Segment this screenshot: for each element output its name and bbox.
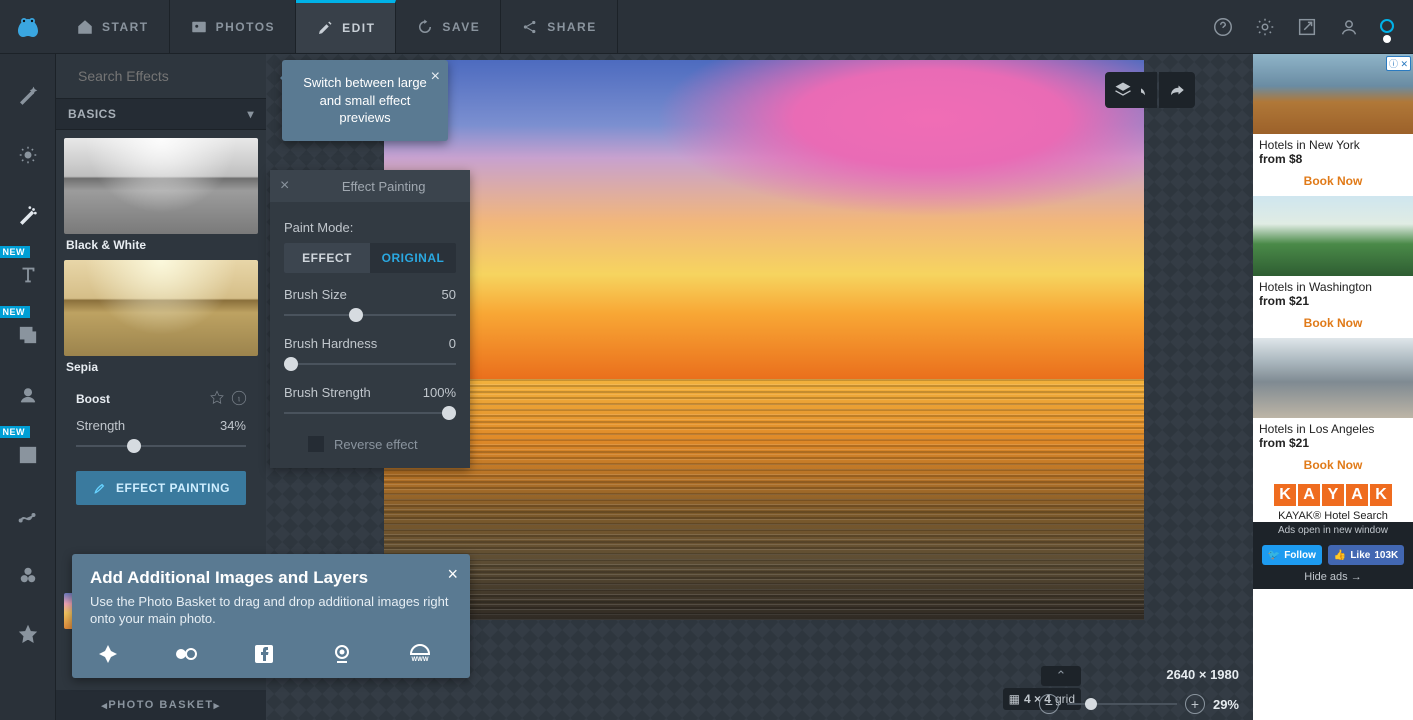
callout-title: Add Additional Images and Layers bbox=[90, 568, 452, 588]
notification-icon[interactable] bbox=[1379, 19, 1395, 35]
top-right-icons bbox=[1211, 15, 1413, 39]
ads-column: ⓘ ✕ Hotels in New Yorkfrom $8Book Now Ho… bbox=[1253, 54, 1413, 720]
preview-size-tooltip: × Switch between large and small effect … bbox=[282, 60, 448, 141]
source-webcam-icon[interactable] bbox=[328, 642, 356, 666]
ad-card[interactable]: Hotels in New Yorkfrom $8Book Now bbox=[1253, 54, 1413, 196]
tool-effects[interactable] bbox=[12, 192, 44, 238]
callout-body: Use the Photo Basket to drag and drop ad… bbox=[90, 594, 452, 628]
zoom-in-button[interactable]: + bbox=[1185, 694, 1205, 714]
adchoices-icon[interactable]: ⓘ ✕ bbox=[1386, 56, 1411, 71]
book-now-link[interactable]: Book Now bbox=[1253, 166, 1413, 190]
photo-basket-callout: × Add Additional Images and Layers Use t… bbox=[72, 554, 470, 678]
twitter-follow[interactable]: 🐦 Follow bbox=[1262, 545, 1322, 565]
favorite-icon[interactable] bbox=[208, 389, 226, 407]
canvas-photo[interactable] bbox=[384, 60, 1144, 620]
tool-clone[interactable] bbox=[12, 552, 44, 598]
tool-text[interactable]: NEW bbox=[12, 252, 44, 298]
kayak-caption: KAYAK® Hotel Search bbox=[1253, 510, 1413, 522]
layers-button[interactable] bbox=[1105, 72, 1141, 108]
tool-overlay[interactable]: NEW bbox=[12, 312, 44, 358]
info-icon[interactable] bbox=[230, 389, 248, 407]
effect-painting-panel: ×Effect Painting Paint Mode: EFFECT ORIG… bbox=[270, 170, 470, 468]
paint-mode-segment[interactable]: EFFECT ORIGINAL bbox=[284, 243, 456, 273]
facebook-like[interactable]: 👍 Like 103K bbox=[1328, 545, 1404, 565]
book-now-link[interactable]: Book Now bbox=[1253, 308, 1413, 332]
nav-save[interactable]: SAVE bbox=[396, 0, 501, 53]
tool-rail: NEW NEW NEW bbox=[0, 54, 56, 720]
app-logo[interactable] bbox=[0, 13, 56, 41]
reverse-effect-checkbox[interactable] bbox=[308, 436, 324, 452]
tool-favorites[interactable] bbox=[12, 612, 44, 658]
nav-edit[interactable]: EDIT bbox=[296, 0, 396, 53]
photo-basket-bar[interactable]: ◂ PHOTO BASKET ▸ bbox=[56, 690, 266, 720]
settings-icon[interactable] bbox=[1253, 15, 1277, 39]
source-www-icon[interactable]: WWW bbox=[406, 642, 434, 666]
effect-painting-button[interactable]: EFFECT PAINTING bbox=[76, 471, 246, 505]
ad-card[interactable]: Hotels in Washingtonfrom $21Book Now bbox=[1253, 196, 1413, 338]
tool-gear[interactable] bbox=[12, 132, 44, 178]
help-icon[interactable] bbox=[1211, 15, 1235, 39]
source-facebook-icon[interactable] bbox=[250, 642, 278, 666]
top-nav: START PHOTOS EDIT SAVE SHARE bbox=[56, 0, 618, 53]
brush-size-slider[interactable] bbox=[284, 308, 456, 322]
ad-card[interactable]: Hotels in Los Angelesfrom $21Book Now bbox=[1253, 338, 1413, 480]
zoom-out-button[interactable]: − bbox=[1039, 694, 1059, 714]
nav-start[interactable]: START bbox=[56, 0, 170, 53]
kayak-logo[interactable]: KAYAK bbox=[1253, 484, 1413, 506]
effect-sepia[interactable]: Sepia bbox=[64, 260, 258, 376]
book-now-link[interactable]: Book Now bbox=[1253, 450, 1413, 474]
close-icon[interactable]: × bbox=[447, 564, 458, 585]
tool-wand[interactable] bbox=[12, 72, 44, 118]
zoom-controls: − + 29% bbox=[1039, 694, 1239, 714]
tool-portrait[interactable] bbox=[12, 372, 44, 418]
close-icon[interactable]: × bbox=[431, 66, 440, 88]
mode-effect[interactable]: EFFECT bbox=[284, 243, 370, 273]
grid-menu-up[interactable]: ⌃ bbox=[1041, 666, 1081, 686]
section-basics[interactable]: BASICS▾ bbox=[56, 98, 266, 130]
close-icon[interactable]: × bbox=[280, 177, 289, 195]
strength-control: Strength34% bbox=[64, 414, 258, 455]
effect-boost[interactable]: Boost bbox=[64, 382, 258, 414]
ads-note: Ads open in new window bbox=[1253, 522, 1413, 539]
svg-text:WWW: WWW bbox=[412, 657, 429, 663]
nav-photos[interactable]: PHOTOS bbox=[170, 0, 296, 53]
redo-button[interactable] bbox=[1159, 72, 1195, 108]
source-flickr-icon[interactable] bbox=[172, 642, 200, 666]
zoom-slider[interactable] bbox=[1067, 703, 1177, 705]
brush-strength-slider[interactable] bbox=[284, 406, 456, 420]
source-computer-icon[interactable] bbox=[94, 642, 122, 666]
zoom-value: 29% bbox=[1213, 697, 1239, 712]
nav-share[interactable]: SHARE bbox=[501, 0, 618, 53]
tool-draw[interactable] bbox=[12, 492, 44, 538]
image-dimensions: 2640 × 1980 bbox=[1166, 667, 1239, 682]
brush-hardness-slider[interactable] bbox=[284, 357, 456, 371]
tool-frames[interactable]: NEW bbox=[12, 432, 44, 478]
topbar: START PHOTOS EDIT SAVE SHARE bbox=[0, 0, 1413, 54]
fullscreen-icon[interactable] bbox=[1295, 15, 1319, 39]
effect-black-and-white[interactable]: Black & White bbox=[64, 138, 258, 254]
strength-slider[interactable] bbox=[76, 439, 246, 453]
account-icon[interactable] bbox=[1337, 15, 1361, 39]
search-input[interactable] bbox=[78, 68, 259, 84]
hide-ads-link[interactable]: Hide ads → bbox=[1304, 571, 1361, 583]
mode-original[interactable]: ORIGINAL bbox=[370, 243, 456, 273]
